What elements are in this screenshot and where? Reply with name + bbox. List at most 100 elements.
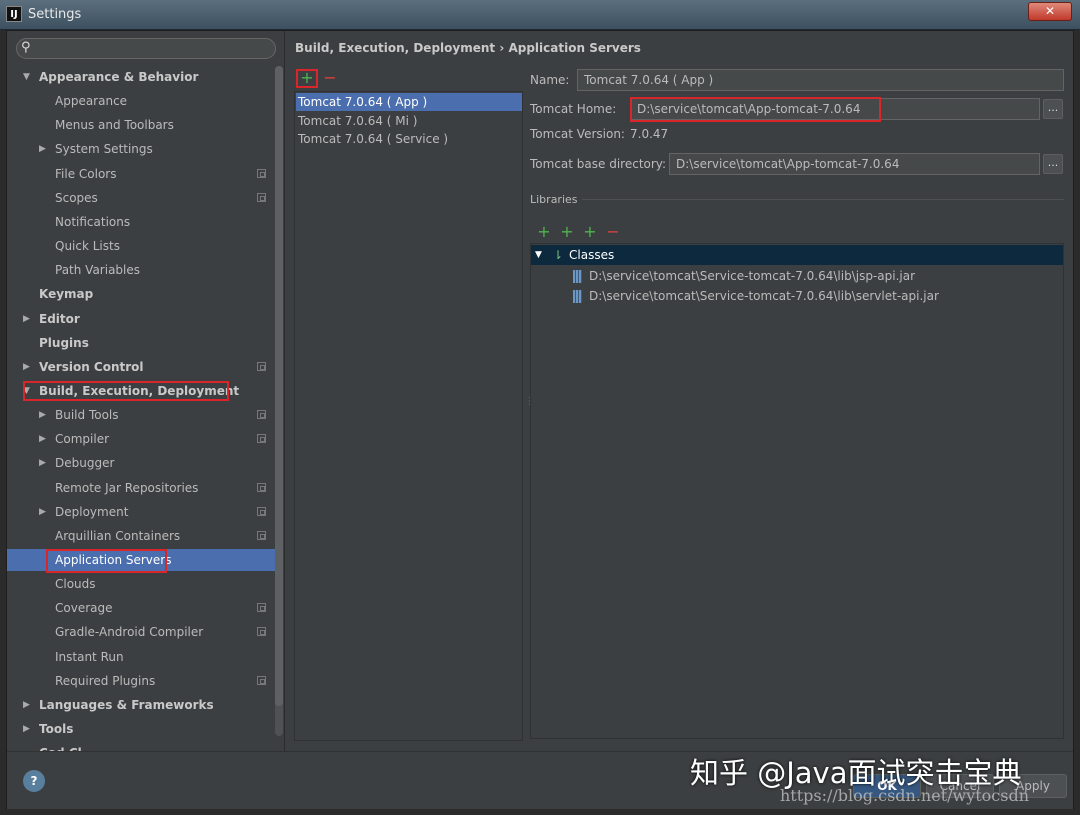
breadcrumb-parent: Build, Execution, Deployment [295, 41, 496, 55]
server-list: Tomcat 7.0.64 ( App ) Tomcat 7.0.64 ( Mi … [294, 91, 523, 741]
sidebar-item[interactable]: ▶ Version Control [7, 356, 283, 378]
sidebar-item[interactable]: Remote Jar Repositories [7, 477, 283, 499]
add-library-button[interactable]: + [535, 223, 553, 241]
sidebar-item[interactable]: Plugins [7, 332, 283, 354]
help-button[interactable]: ? [23, 770, 45, 792]
collapsed-arrow-icon[interactable]: ▶ [39, 404, 46, 426]
sidebar-item-label: Version Control [39, 359, 144, 374]
sidebar-item-label: Required Plugins [55, 673, 156, 688]
sidebar-item[interactable]: Required Plugins [7, 670, 283, 692]
name-field[interactable]: Tomcat 7.0.64 ( App ) [577, 69, 1064, 91]
sidebar-item[interactable]: ▶ Deployment [7, 501, 283, 523]
search-icon: ⚲ [21, 40, 31, 55]
sidebar-item[interactable]: Coverage [7, 597, 283, 619]
sidebar-item[interactable]: Keymap [7, 283, 283, 305]
sidebar-item-label: Instant Run [55, 649, 124, 664]
collapsed-arrow-icon[interactable]: ▶ [23, 694, 30, 716]
close-button[interactable]: ✕ [1028, 2, 1072, 21]
csdn-watermark: https://blog.csdn.net/wytocsdn [780, 786, 1030, 805]
search-input[interactable]: ⚲ [16, 38, 276, 59]
sidebar-item-label: Path Variables [55, 263, 141, 278]
sidebar-item-label: Arquillian Containers [55, 528, 181, 543]
collapsed-arrow-icon[interactable]: ▶ [39, 501, 46, 523]
sidebar-item-label: Menus and Toolbars [55, 118, 174, 133]
server-item[interactable]: Tomcat 7.0.64 ( Mi ) [296, 112, 522, 130]
classes-node[interactable]: ▼ ⇂ Classes [531, 245, 1063, 265]
breadcrumb-separator: › [499, 41, 505, 55]
sidebar-scrollbar[interactable] [275, 66, 283, 736]
pane-divider[interactable] [284, 31, 285, 751]
sidebar-item-label: Debugger [55, 456, 115, 471]
sidebar-item[interactable]: ▶ Tools [7, 718, 283, 740]
expand-arrow-icon[interactable]: ▼ [535, 245, 542, 265]
remove-server-button[interactable]: − [321, 69, 339, 87]
sidebar-item-label: Notifications [55, 214, 131, 229]
sidebar-item-label: Editor [39, 311, 80, 326]
highlight-add-button [296, 69, 318, 88]
sidebar-item[interactable]: Gradle-Android Compiler [7, 621, 283, 643]
collapsed-arrow-icon[interactable]: ▶ [23, 308, 30, 330]
collapsed-arrow-icon[interactable]: ▶ [39, 428, 46, 450]
sidebar-item[interactable]: Scopes [7, 187, 283, 209]
sidebar-item[interactable]: ▼ Appearance & Behavior [7, 66, 283, 88]
project-level-icon [257, 675, 266, 685]
server-item[interactable]: Tomcat 7.0.64 ( Service ) [296, 130, 522, 148]
settings-sidebar: ⚲ ▼ Appearance & Behavior Appearance Menus … [7, 31, 284, 760]
jar-row[interactable]: D:\service\tomcat\Service-tomcat-7.0.64\… [531, 266, 1063, 286]
sidebar-item-label: File Colors [55, 166, 117, 181]
sidebar-item[interactable]: ▶ Compiler [7, 428, 283, 450]
tomcat-home-label: Tomcat Home: [530, 102, 617, 116]
sidebar-item-label: Remote Jar Repositories [55, 480, 199, 495]
project-level-icon [257, 434, 266, 444]
expanded-arrow-icon[interactable]: ▼ [23, 66, 30, 88]
browse-home-button[interactable]: ... [1043, 99, 1063, 119]
breadcrumb: Build, Execution, Deployment › Applicati… [295, 41, 641, 55]
libraries-tree: ▼ ⇂ Classes D:\service\tomcat\Service-to… [530, 243, 1064, 739]
collapsed-arrow-icon[interactable]: ▶ [39, 452, 46, 474]
classes-label: Classes [569, 248, 615, 262]
sidebar-item[interactable]: ▶ Languages & Frameworks [7, 694, 283, 716]
sidebar-item[interactable]: ▶ Editor [7, 308, 283, 330]
server-item[interactable]: Tomcat 7.0.64 ( App ) [296, 93, 522, 111]
sidebar-item[interactable]: Notifications [7, 211, 283, 233]
sidebar-item-label: Build Tools [55, 408, 119, 423]
breadcrumb-current: Application Servers [508, 41, 641, 55]
sidebar-item[interactable]: Arquillian Containers [7, 525, 283, 547]
add-jar-button[interactable]: + [558, 223, 576, 241]
sidebar-item-label: Compiler [55, 432, 110, 447]
add-url-button[interactable]: + [581, 223, 599, 241]
project-level-icon [257, 482, 266, 492]
sidebar-item[interactable]: Appearance [7, 90, 283, 112]
jar-row[interactable]: D:\service\tomcat\Service-tomcat-7.0.64\… [531, 286, 1063, 306]
sidebar-item-label: Appearance & Behavior [39, 70, 199, 84]
project-level-icon [257, 168, 266, 178]
jar-icon [573, 290, 582, 303]
sidebar-item[interactable]: ▶ Debugger [7, 452, 283, 474]
sidebar-item[interactable]: Instant Run [7, 646, 283, 668]
remove-library-button[interactable]: − [604, 223, 622, 241]
base-directory-field[interactable]: D:\service\tomcat\App-tomcat-7.0.64 [669, 153, 1040, 175]
project-level-icon [257, 361, 266, 371]
project-level-icon [257, 410, 266, 420]
sidebar-item[interactable]: Clouds [7, 573, 283, 595]
jar-icon [573, 270, 582, 283]
collapsed-arrow-icon[interactable]: ▶ [23, 718, 30, 740]
sidebar-item-label: Coverage [55, 601, 113, 616]
jar-path: D:\service\tomcat\Service-tomcat-7.0.64\… [589, 269, 916, 283]
sidebar-item-label: Keymap [39, 287, 94, 302]
sidebar-item[interactable]: Menus and Toolbars [7, 114, 283, 136]
browse-base-button[interactable]: ... [1043, 154, 1063, 174]
sidebar-item[interactable]: Quick Lists [7, 235, 283, 257]
sidebar-item[interactable]: ▶ System Settings [7, 138, 283, 160]
sidebar-item[interactable]: ▶ Build Tools [7, 404, 283, 426]
title-bar: IJ Settings ✕ [0, 0, 1080, 30]
sidebar-item[interactable]: Path Variables [7, 259, 283, 281]
project-level-icon [257, 506, 266, 516]
collapsed-arrow-icon[interactable]: ▶ [23, 356, 30, 378]
classes-icon: ⇂ [553, 248, 564, 262]
window-title: Settings [28, 7, 82, 22]
sidebar-item[interactable]: File Colors [7, 163, 283, 185]
sidebar-item-label: Quick Lists [55, 239, 120, 254]
scrollbar-thumb[interactable] [275, 66, 283, 706]
collapsed-arrow-icon[interactable]: ▶ [39, 138, 46, 160]
